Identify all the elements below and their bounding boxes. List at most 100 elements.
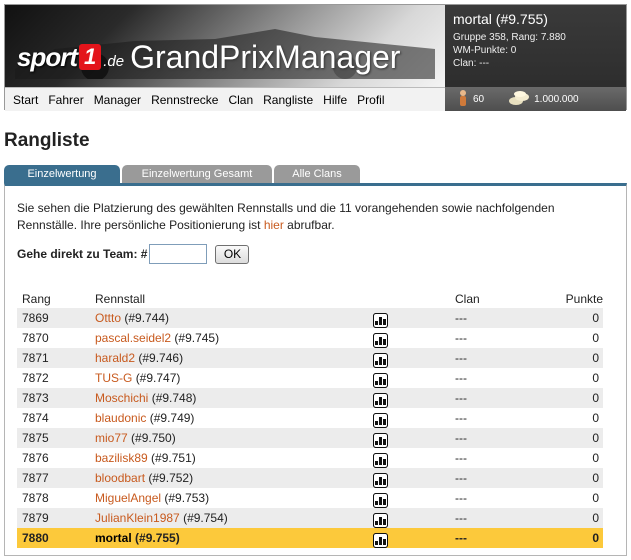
tab-einzelwertung[interactable]: Einzelwertung <box>4 165 120 183</box>
logo-one: 1 <box>79 44 102 70</box>
team-link[interactable]: MiguelAngel <box>95 491 161 505</box>
intro-text: Sie sehen die Platzierung des gewählten … <box>17 200 607 234</box>
rank-cell: 7878 <box>22 491 49 505</box>
clan-cell: --- <box>455 471 467 485</box>
podium-icon[interactable] <box>373 333 388 348</box>
table-row: 7873Moschichi (#9.748)i---0 <box>17 388 603 408</box>
goto-team-form: Gehe direkt zu Team: # OK <box>17 244 250 264</box>
team-number-input[interactable] <box>149 244 208 264</box>
team-id: (#9.744) <box>124 311 170 325</box>
team-link[interactable]: bazilisk89 <box>95 451 148 465</box>
table-row: 7878MiguelAngel (#9.753)i---0 <box>17 488 603 508</box>
clan-cell: --- <box>455 531 467 545</box>
points-cell: 0 <box>592 491 599 505</box>
team-cell: TUS-G (#9.747) <box>95 371 180 385</box>
goto-label: Gehe direkt zu Team: # <box>17 247 148 261</box>
team-cell: bloodbart (#9.752) <box>95 471 193 485</box>
clan-cell: --- <box>455 391 467 405</box>
points-cell: 0 <box>592 431 599 445</box>
team-cell: Moschichi (#9.748) <box>95 391 196 405</box>
nav-rangliste[interactable]: Rangliste <box>263 93 313 107</box>
tab-alle-clans[interactable]: Alle Clans <box>274 165 360 183</box>
ranking-panel: Sie sehen die Platzierung des gewählten … <box>4 183 627 556</box>
table-row: 7871harald2 (#9.746)i---0 <box>17 348 603 368</box>
page-title: Rangliste <box>4 130 90 151</box>
tab-bar: Einzelwertung Einzelwertung Gesamt Alle … <box>4 165 627 183</box>
podium-icon[interactable] <box>373 453 388 468</box>
manager-figure-icon <box>457 89 469 110</box>
team-cell: pascal.seidel2 (#9.745) <box>95 331 219 345</box>
site-logo[interactable]: sport 1 .de GrandPrixManager <box>17 39 400 75</box>
points-cell: 0 <box>592 411 599 425</box>
team-link[interactable]: bloodbart <box>95 471 145 485</box>
team-link[interactable]: harald2 <box>95 351 135 365</box>
points-cell: 0 <box>592 511 599 525</box>
points-cell: 0 <box>592 451 599 465</box>
nav-clan[interactable]: Clan <box>228 93 253 107</box>
team-link[interactable]: JulianKlein1987 <box>95 511 180 525</box>
podium-icon[interactable] <box>373 473 388 488</box>
team-cell: mortal (#9.755) <box>95 531 180 545</box>
team-link[interactable]: Moschichi <box>95 391 148 405</box>
team-id: (#9.746) <box>138 351 184 365</box>
logo-sport: sport <box>17 41 78 72</box>
nav-manager[interactable]: Manager <box>94 93 141 107</box>
team-link[interactable]: pascal.seidel2 <box>95 331 171 345</box>
intro-link-hier[interactable]: hier <box>264 218 284 232</box>
team-id: (#9.748) <box>151 391 197 405</box>
nav-profil[interactable]: Profil <box>357 93 384 107</box>
podium-icon[interactable] <box>373 433 388 448</box>
points-cell: 0 <box>592 531 599 545</box>
podium-icon[interactable] <box>373 353 388 368</box>
podium-icon[interactable] <box>373 393 388 408</box>
logo-de: .de <box>103 52 125 70</box>
podium-icon[interactable] <box>373 533 388 548</box>
ranking-table: 7869Ottto (#9.744)i---07870pascal.seidel… <box>17 308 603 548</box>
points-cell: 0 <box>592 311 599 325</box>
points-cell: 0 <box>592 351 599 365</box>
nav-hilfe[interactable]: Hilfe <box>323 93 347 107</box>
team-id: (#9.754) <box>183 511 228 525</box>
team-cell: JulianKlein1987 (#9.754) <box>95 511 228 525</box>
user-stats: 60 1.000.000 <box>445 87 626 111</box>
tab-einzelwertung-gesamt[interactable]: Einzelwertung Gesamt <box>122 165 272 183</box>
table-row-current-team: 7880mortal (#9.755)i---0 <box>17 528 603 548</box>
podium-icon[interactable] <box>373 413 388 428</box>
team-link[interactable]: mio77 <box>95 431 128 445</box>
team-link[interactable]: TUS-G <box>95 371 132 385</box>
team-id: (#9.751) <box>151 451 196 465</box>
user-panel: mortal (#9.755) Gruppe 358, Rang: 7.880 … <box>445 5 626 111</box>
intro-after: abrufbar. <box>283 218 335 232</box>
user-group-rank: Gruppe 358, Rang: 7.880 <box>453 32 566 43</box>
team-cell: harald2 (#9.746) <box>95 351 183 365</box>
table-row: 7874blaudonic (#9.749)i---0 <box>17 408 603 428</box>
podium-icon[interactable] <box>373 513 388 528</box>
podium-icon[interactable] <box>373 493 388 508</box>
team-cell: MiguelAngel (#9.753) <box>95 491 209 505</box>
table-header: Rang Rennstall Clan Punkte <box>17 288 603 308</box>
header-clan: Clan <box>455 292 480 306</box>
points-cell: 0 <box>592 391 599 405</box>
table-row: 7869Ottto (#9.744)i---0 <box>17 308 603 328</box>
user-name[interactable]: mortal (#9.755) <box>453 11 618 27</box>
podium-icon[interactable] <box>373 373 388 388</box>
rank-cell: 7869 <box>22 311 49 325</box>
nav-fahrer[interactable]: Fahrer <box>48 93 83 107</box>
team-link[interactable]: Ottto <box>95 311 121 325</box>
user-wm-points: WM-Punkte: 0 <box>453 45 517 56</box>
team-name[interactable]: mortal <box>95 531 132 545</box>
ok-button[interactable]: OK <box>215 244 250 264</box>
rank-cell: 7875 <box>22 431 49 445</box>
team-cell: bazilisk89 (#9.751) <box>95 451 196 465</box>
nav-start[interactable]: Start <box>13 93 38 107</box>
podium-icon[interactable] <box>373 313 388 328</box>
rank-cell: 7870 <box>22 331 49 345</box>
nav-rennstrecke[interactable]: Rennstrecke <box>151 93 218 107</box>
rank-cell: 7877 <box>22 471 49 485</box>
clan-cell: --- <box>455 451 467 465</box>
team-id: (#9.749) <box>149 411 195 425</box>
clan-cell: --- <box>455 511 467 525</box>
clan-cell: --- <box>455 331 467 345</box>
team-link[interactable]: blaudonic <box>95 411 146 425</box>
team-id: (#9.747) <box>135 371 181 385</box>
